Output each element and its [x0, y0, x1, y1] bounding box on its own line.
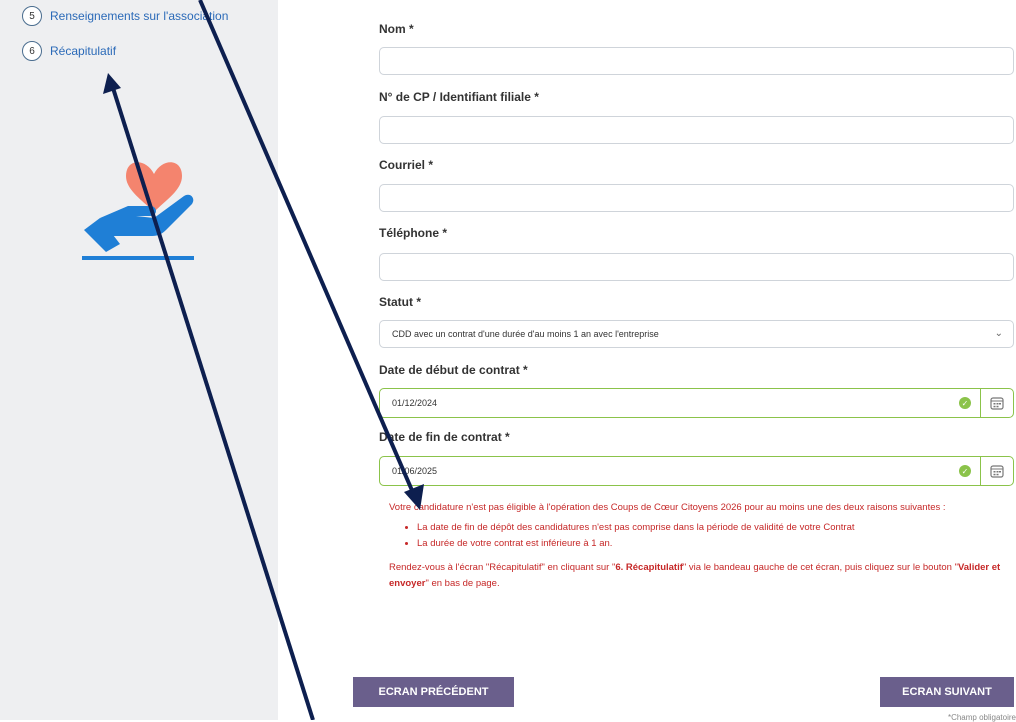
- error-instructions: Rendez-vous à l'écran "Récapitulatif" en…: [389, 562, 1001, 589]
- heart-hand-icon: [82, 162, 194, 260]
- date-debut-label: Date de début de contrat *: [379, 363, 528, 377]
- sidebar-step-label: Renseignements sur l'association: [50, 9, 229, 23]
- chevron-down-icon: ⌄: [994, 328, 1003, 339]
- courriel-label: Courriel *: [379, 158, 434, 172]
- cp-input[interactable]: [379, 116, 1014, 144]
- sidebar-step-label: Récapitulatif: [50, 44, 117, 58]
- eligibility-error: Votre candidature n'est pas éligible à l…: [389, 500, 1014, 592]
- date-debut-input[interactable]: 01/12/2024 ✓: [379, 388, 1014, 418]
- check-icon: ✓: [959, 397, 971, 409]
- telephone-label: Téléphone *: [379, 226, 448, 240]
- calendar-icon[interactable]: [980, 389, 1013, 417]
- sidebar: 5 Renseignements sur l'association 6 Réc…: [0, 0, 278, 720]
- previous-screen-button[interactable]: ECRAN PRÉCÉDENT: [353, 677, 514, 707]
- statut-label: Statut *: [379, 295, 421, 309]
- error-reasons: La date de fin de dépôt des candidatures…: [389, 520, 1014, 552]
- error-intro: Votre candidature n'est pas éligible à l…: [389, 502, 946, 513]
- sidebar-step-5[interactable]: 5 Renseignements sur l'association: [22, 6, 228, 26]
- statut-value: CDD avec un contrat d'une durée d'au moi…: [392, 329, 659, 339]
- step-number: 6: [22, 41, 42, 61]
- courriel-input[interactable]: [379, 184, 1014, 212]
- statut-select[interactable]: CDD avec un contrat d'une durée d'au moi…: [379, 320, 1014, 348]
- next-screen-button[interactable]: ECRAN SUIVANT: [880, 677, 1014, 707]
- error-reason: La date de fin de dépôt des candidatures…: [417, 520, 1014, 536]
- nom-input[interactable]: [379, 47, 1014, 75]
- required-field-note: *Champ obligatoire: [947, 713, 1016, 722]
- cp-label: N° de CP / Identifiant filiale *: [379, 90, 539, 104]
- check-icon: ✓: [959, 465, 971, 477]
- step-number: 5: [22, 6, 42, 26]
- calendar-icon[interactable]: [980, 457, 1013, 485]
- date-fin-label: Date de fin de contrat *: [379, 430, 510, 444]
- date-fin-input[interactable]: 01/06/2025 ✓: [379, 456, 1014, 486]
- error-reason: La durée de votre contrat est inférieure…: [417, 536, 1014, 552]
- sidebar-step-6[interactable]: 6 Récapitulatif: [22, 41, 116, 61]
- date-debut-value: 01/12/2024: [392, 398, 438, 408]
- date-fin-value: 01/06/2025: [392, 466, 438, 476]
- telephone-input[interactable]: [379, 253, 1014, 281]
- nom-label: Nom *: [379, 22, 414, 36]
